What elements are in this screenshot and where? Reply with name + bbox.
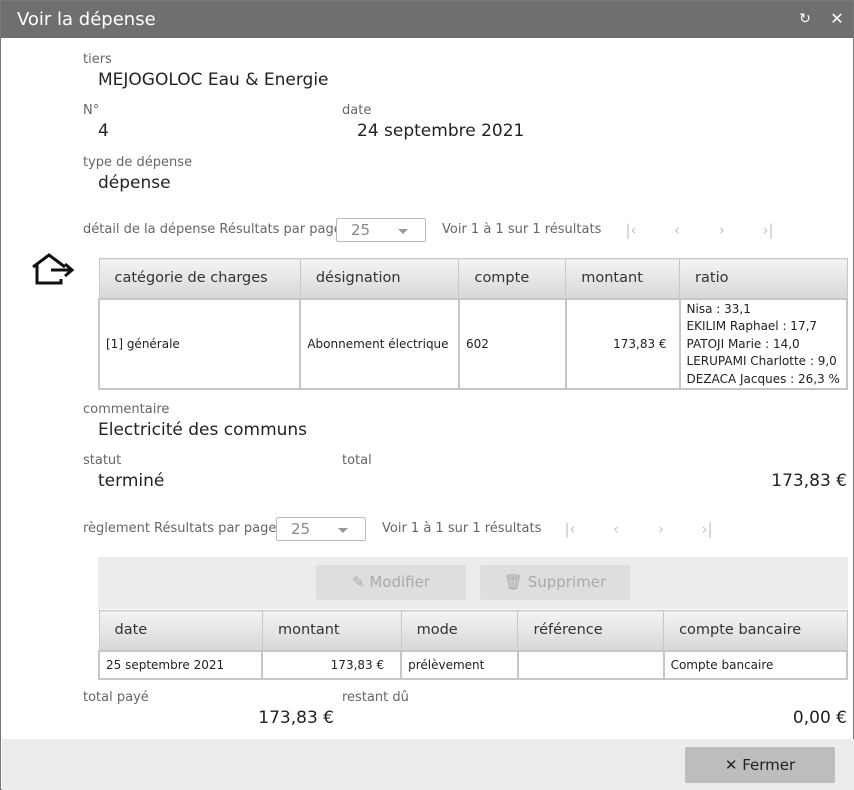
commentaire-label: commentaire [83, 402, 170, 417]
reglement-table: date montant mode référence compte banca… [97, 610, 849, 680]
cell-ratio: Nisa : 33,1 EKILIM Raphael : 17,7 PATOJI… [678, 297, 849, 390]
ratio-line: LERUPAMI Charlotte : 9,0 [686, 354, 837, 368]
reglement-toolbar: ✎ Modifier 🗑 Supprimer [98, 557, 848, 609]
last-page-icon[interactable]: ›| [758, 220, 778, 240]
supprimer-label: Supprimer [527, 573, 607, 591]
ratio-line: PATOJI Marie : 14,0 [686, 336, 800, 351]
column-header-designation[interactable]: désignation [299, 258, 460, 299]
cell-date: 25 septembre 2021 [97, 649, 264, 680]
prev-page-icon[interactable]: ‹ [667, 220, 687, 240]
trash-icon: 🗑 [503, 573, 523, 591]
cell-categorie: [1] générale [97, 297, 302, 390]
cell-montant: 173,83 € [261, 649, 403, 680]
numero-value: 4 [98, 121, 109, 141]
ratio-line: EKILIM Raphael : 17,7 [686, 319, 818, 333]
reglement-per-page-label: règlement Résultats par page [83, 521, 277, 536]
column-header-compte-bancaire[interactable]: compte bancaire [663, 610, 848, 651]
detail-table: catégorie de charges désignation compte … [97, 258, 849, 390]
column-header-date[interactable]: date [98, 610, 263, 651]
restant-du-value: 0,00 € [792, 708, 847, 728]
next-page-icon[interactable]: › [712, 220, 732, 240]
cell-designation: Abonnement électrique [299, 297, 460, 390]
fermer-label: Fermer [742, 756, 796, 774]
close-icon[interactable]: ✕ [828, 10, 846, 28]
supprimer-button[interactable]: 🗑 Supprimer [480, 565, 630, 600]
table-row[interactable]: 25 septembre 2021 173,83 € prélèvement C… [97, 649, 849, 680]
cell-compte: 602 [457, 297, 567, 390]
column-header-ratio[interactable]: ratio [679, 258, 848, 299]
next-page-icon[interactable]: › [651, 519, 671, 539]
reglement-header-row: date montant mode référence compte banca… [98, 610, 848, 651]
column-header-categorie[interactable]: catégorie de charges [98, 258, 301, 299]
reglement-range-text: Voir 1 à 1 sur 1 résultats [382, 521, 542, 536]
total-label: total [342, 453, 372, 468]
tiers-label: tiers [83, 52, 112, 67]
column-header-compte[interactable]: compte [458, 258, 567, 299]
total-paye-value: 173,83 € [258, 708, 334, 728]
dialog-title: Voir la dépense [17, 9, 156, 30]
ratio-line: DEZACA Jacques : 26,3 % [686, 371, 840, 386]
restant-du-label: restant dû [342, 690, 409, 705]
expense-dialog: Voir la dépense ↻ ✕ tiers MEJOGOLOC Eau … [0, 0, 854, 790]
type-value: dépense [98, 173, 171, 193]
total-value: 173,83 € [771, 471, 847, 491]
prev-page-icon[interactable]: ‹ [606, 519, 626, 539]
ratio-line: Nisa : 33,1 [686, 301, 751, 316]
date-value: 24 septembre 2021 [357, 121, 525, 141]
detail-header-row: catégorie de charges désignation compte … [98, 258, 848, 299]
column-header-montant[interactable]: montant [565, 258, 681, 299]
dialog-footer: ✕ Fermer [2, 739, 854, 790]
column-header-reference[interactable]: référence [517, 610, 665, 651]
statut-label: statut [83, 453, 122, 468]
table-row[interactable]: [1] générale Abonnement électrique 602 1… [97, 297, 849, 390]
detail-range-text: Voir 1 à 1 sur 1 résultats [442, 222, 602, 237]
reglement-per-page-value: 25 [291, 520, 311, 538]
dialog-titlebar: Voir la dépense ↻ ✕ [1, 1, 853, 38]
cell-mode: prélèvement [400, 649, 519, 680]
type-label: type de dépense [83, 155, 193, 170]
refresh-icon[interactable]: ↻ [796, 10, 814, 28]
detail-per-page-select[interactable]: 25 [336, 218, 426, 242]
column-header-montant[interactable]: montant [261, 610, 402, 651]
modifier-label: Modifier [369, 573, 430, 591]
cell-compte-bancaire: Compte bancaire [662, 649, 849, 680]
home-exit-icon[interactable] [29, 251, 77, 287]
total-paye-label: total payé [83, 690, 149, 705]
detail-per-page-value: 25 [351, 221, 371, 239]
detail-per-page-label: détail de la dépense Résultats par page [83, 222, 342, 237]
close-icon: ✕ [724, 756, 738, 774]
cell-reference [516, 649, 665, 680]
cell-montant: 173,83 € [564, 297, 681, 390]
commentaire-value: Electricité des communs [98, 420, 308, 440]
fermer-button[interactable]: ✕ Fermer [685, 747, 835, 783]
first-page-icon[interactable]: |‹ [621, 220, 641, 240]
last-page-icon[interactable]: ›| [697, 519, 717, 539]
column-header-mode[interactable]: mode [400, 610, 519, 651]
statut-value: terminé [98, 471, 165, 491]
tiers-value: MEJOGOLOC Eau & Energie [98, 70, 329, 90]
pencil-icon: ✎ [351, 573, 365, 591]
reglement-per-page-select[interactable]: 25 [276, 517, 366, 541]
date-label: date [342, 103, 372, 118]
first-page-icon[interactable]: |‹ [560, 519, 580, 539]
chevron-down-icon [398, 229, 408, 234]
chevron-down-icon [338, 528, 348, 533]
numero-label: N° [83, 103, 100, 118]
modifier-button[interactable]: ✎ Modifier [316, 565, 466, 600]
